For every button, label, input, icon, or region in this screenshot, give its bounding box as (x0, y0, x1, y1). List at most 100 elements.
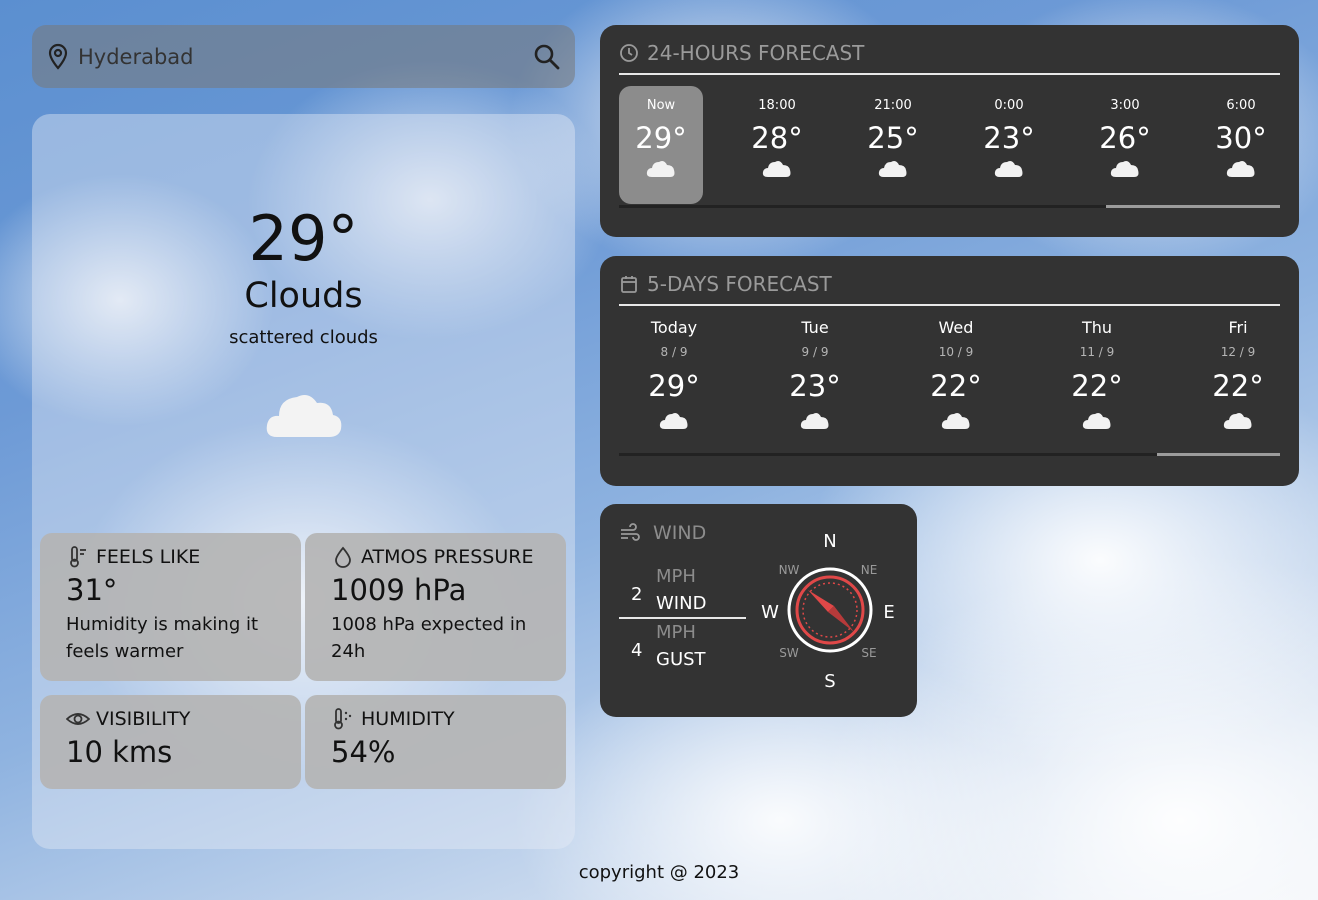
wind-speed-label: WIND (656, 593, 707, 614)
wind-title: WIND (653, 522, 707, 544)
day-temp: 23° (789, 369, 841, 403)
current-temperature: 29° (248, 202, 359, 275)
wind-compass: N S E W NW NE SW SE (761, 531, 895, 692)
hour-time: 6:00 (1226, 98, 1256, 113)
cloud-icon (800, 413, 829, 429)
hour-time: 3:00 (1110, 98, 1140, 113)
cloud-icon (1110, 161, 1139, 177)
day-item[interactable]: Wed 10 / 9 22° (901, 318, 1011, 435)
cloud-icon (1226, 161, 1255, 177)
hour-item[interactable]: 6:00 30° (1199, 86, 1283, 204)
pressure-title: ATMOS PRESSURE (361, 546, 534, 568)
compass-n: N (823, 531, 836, 552)
day-date: 10 / 9 (938, 345, 974, 359)
day-temp: 22° (1212, 369, 1264, 403)
search-input[interactable] (78, 44, 533, 69)
compass-s: S (824, 671, 835, 692)
cloud-icon (1082, 413, 1111, 429)
cloud-icon (1223, 413, 1252, 429)
day-name: Tue (801, 318, 829, 337)
eye-icon (66, 713, 90, 725)
cloud-icon (994, 161, 1023, 177)
humidity-icon (334, 708, 352, 730)
cloud-icon (659, 413, 688, 429)
wind-gust-value: 4 (631, 640, 643, 661)
day-name: Today (650, 318, 698, 337)
clock-icon (620, 44, 638, 62)
hour-temp: 25° (867, 121, 919, 155)
compass-ne: NE (861, 563, 878, 577)
daily-forecast-panel: 5-DAYS FORECAST Today 8 / 9 29° Tue 9 / … (600, 256, 1299, 486)
wind-icon (621, 523, 640, 541)
day-item[interactable]: Fri 12 / 9 22° (1183, 318, 1293, 435)
humidity-value: 54% (331, 735, 396, 769)
day-name: Thu (1081, 318, 1113, 337)
day-name: Wed (938, 318, 974, 337)
feels-like-value: 31° (66, 573, 118, 607)
wind-header: WIND (619, 522, 706, 544)
pressure-value: 1009 hPa (331, 573, 467, 607)
hour-time: Now (646, 98, 676, 113)
hour-time: 0:00 (994, 98, 1024, 113)
feels-like-description: Humidity is making it feels warmer (66, 614, 259, 662)
hourly-scrollbar-thumb[interactable] (1106, 205, 1280, 208)
current-description: scattered clouds (229, 327, 378, 348)
hour-item[interactable]: 0:00 23° (967, 86, 1051, 204)
footer-copyright: copyright @ 2023 (578, 862, 740, 883)
location-pin-icon (48, 43, 68, 70)
day-item[interactable]: Today 8 / 9 29° (619, 318, 729, 435)
hour-temp: 30° (1215, 121, 1267, 155)
calendar-icon (621, 276, 637, 293)
day-item[interactable]: Thu 11 / 9 22° (1042, 318, 1152, 435)
wind-gust-unit: MPH (656, 622, 696, 643)
wind-divider (619, 617, 746, 619)
cloud-icon (878, 161, 907, 177)
day-temp: 22° (930, 369, 982, 403)
day-name: Fri (1228, 318, 1248, 337)
droplet-icon (335, 546, 351, 568)
hour-time: 21:00 (874, 98, 912, 113)
daily-scrollbar[interactable] (619, 453, 1280, 456)
daily-scrollbar-thumb[interactable] (1157, 453, 1280, 456)
hour-item[interactable]: Now 29° (619, 86, 703, 204)
day-date: 11 / 9 (1079, 345, 1115, 359)
feels-like-tile: FEELS LIKE 31° Humidity is making it fee… (40, 533, 301, 681)
day-item[interactable]: Tue 9 / 9 23° (760, 318, 870, 435)
day-date: 9 / 9 (801, 345, 829, 359)
day-date: 12 / 9 (1220, 345, 1256, 359)
visibility-title: VISIBILITY (96, 708, 191, 730)
compass-se: SE (861, 646, 876, 660)
pressure-tile: ATMOS PRESSURE 1009 hPa 1008 hPa expecte… (305, 533, 566, 681)
wind-speed-unit: MPH (656, 566, 696, 587)
wind-gust-label: GUST (656, 649, 706, 670)
search-icon[interactable] (533, 43, 561, 71)
cloud-icon (266, 395, 342, 437)
compass-sw: SW (779, 646, 799, 660)
hour-item[interactable]: 18:00 28° (735, 86, 819, 204)
hour-item[interactable]: 3:00 26° (1083, 86, 1167, 204)
humidity-tile: HUMIDITY 54% (305, 695, 566, 789)
thermometer-icon (70, 546, 86, 568)
feels-like-title: FEELS LIKE (96, 546, 201, 568)
hour-temp: 26° (1099, 121, 1151, 155)
wind-gust: 4 MPH GUST (619, 622, 746, 674)
daily-forecast-header: 5-DAYS FORECAST (619, 270, 1280, 306)
hourly-forecast-header: 24-HOURS FORECAST (619, 39, 1280, 75)
wind-panel: WIND 2 MPH WIND 4 MPH GUST N S E W NW NE… (600, 504, 917, 717)
current-weather-card: 29° Clouds scattered clouds FEELS LIKE 3… (32, 114, 575, 849)
compass-e: E (883, 602, 894, 623)
hour-item[interactable]: 21:00 25° (851, 86, 935, 204)
compass-needle-tail (828, 606, 854, 632)
current-condition: Clouds (244, 276, 363, 316)
hour-time: 18:00 (758, 98, 796, 113)
wind-speed: 2 MPH WIND (619, 566, 746, 618)
day-date: 8 / 9 (660, 345, 688, 359)
compass-nw: NW (779, 563, 800, 577)
daily-forecast-title: 5-DAYS FORECAST (647, 272, 832, 296)
compass-w: W (761, 602, 779, 623)
hourly-forecast-title: 24-HOURS FORECAST (647, 41, 865, 65)
hourly-scrollbar[interactable] (619, 205, 1280, 208)
cloud-icon (646, 161, 675, 177)
hour-temp: 28° (751, 121, 803, 155)
search-bar[interactable] (32, 25, 575, 88)
